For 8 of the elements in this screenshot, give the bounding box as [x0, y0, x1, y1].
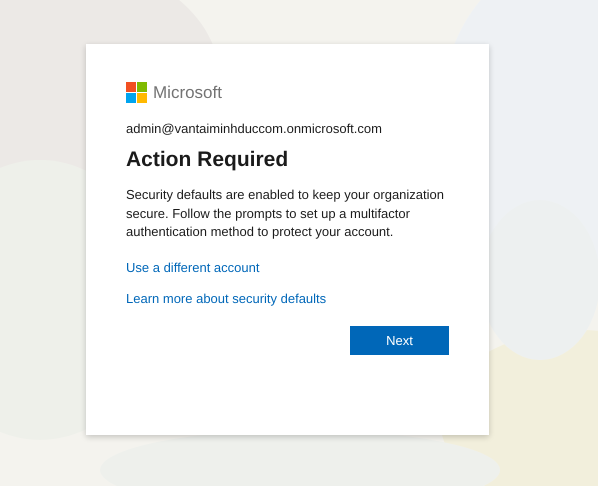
page-title: Action Required — [126, 148, 290, 172]
text-link[interactable]: Use a different account — [126, 260, 260, 274]
brand-name: Microsoft — [153, 82, 222, 102]
text-link[interactable]: Learn more about security defaults — [126, 290, 326, 306]
message-text: Security defaults are enabled to keep your organization secure. Follow the prompts to set up a multifactor authentication method to protect your account. — [126, 186, 445, 241]
next-button[interactable]: Next — [350, 326, 449, 354]
account-email: admin@vantaiminhduccom.onmicrosoft.com — [126, 121, 383, 136]
four-squares-logo-icon — [126, 82, 147, 103]
